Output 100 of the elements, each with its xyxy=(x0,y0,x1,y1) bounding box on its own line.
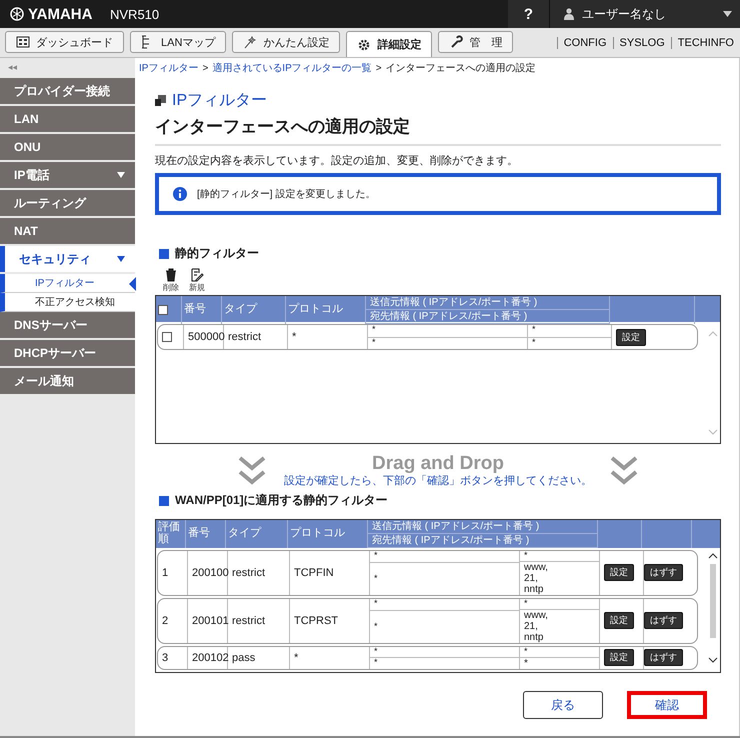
nav-tab[interactable]: かんたん設定 xyxy=(232,31,340,53)
model-name: NVR510 xyxy=(110,6,160,22)
remove-button[interactable]: はずす xyxy=(644,649,683,666)
user-icon xyxy=(564,8,574,20)
nav-tab[interactable]: 詳細設定 xyxy=(346,31,432,57)
table-cell: * xyxy=(520,598,599,610)
section-heading: 静的フィルター xyxy=(175,245,259,262)
breadcrumb-link[interactable]: IPフィルター xyxy=(139,61,198,75)
breadcrumb-separator: > xyxy=(202,62,208,74)
toolbar-button[interactable]: 削除 xyxy=(163,268,179,293)
wand-icon xyxy=(243,35,258,49)
nav-link[interactable]: CONFIG xyxy=(556,36,613,48)
checkbox[interactable] xyxy=(162,332,172,342)
gear-icon xyxy=(357,38,372,52)
table-cell: * xyxy=(288,325,368,349)
breadcrumb-current: インターフェースへの適用の設定 xyxy=(386,62,536,75)
table-cell: * xyxy=(520,551,599,562)
nav-link[interactable]: SYSLOG xyxy=(612,36,671,48)
nav-tab[interactable]: ダッシュボード xyxy=(5,31,124,53)
table-cell-text: * xyxy=(373,658,379,669)
sidebar-item[interactable]: DHCPサーバー xyxy=(0,340,135,366)
caret-icon[interactable] xyxy=(117,256,125,262)
column-header: 送信元情報 ( IPアドレス/ポート番号 ) xyxy=(366,296,609,310)
remove-button[interactable]: はずす xyxy=(644,564,683,582)
table-cell: 500000 xyxy=(184,325,224,349)
wrench-icon xyxy=(449,35,464,49)
column-header: 宛先情報 ( IPアドレス/ポート番号 ) xyxy=(368,534,597,548)
nav-link[interactable]: TECHINFO xyxy=(670,36,740,48)
table-cell: * xyxy=(528,325,611,338)
table-cell: * xyxy=(370,598,519,611)
remove-button[interactable]: はずす xyxy=(644,612,683,630)
table-cell-text: * xyxy=(373,572,379,585)
sidebar-item[interactable]: LAN xyxy=(0,106,135,132)
sidebar-item[interactable]: ONU xyxy=(0,134,135,160)
brand-logo: YAMAHA xyxy=(0,6,110,22)
column-header: タイプ xyxy=(226,520,288,548)
table-cell-text: * xyxy=(523,658,529,669)
settings-button[interactable]: 設定 xyxy=(604,564,634,582)
section-title: IPフィルター xyxy=(172,91,268,111)
sidebar-item[interactable]: プロバイダー接続 xyxy=(0,78,135,104)
checkbox[interactable] xyxy=(158,305,168,315)
sidebar-subitem[interactable]: 不正アクセス検知 xyxy=(0,293,135,312)
nav-tab[interactable]: 管 理 xyxy=(438,31,514,53)
column-header: 送信元情報 ( IPアドレス/ポート番号 ) xyxy=(368,520,597,534)
sidebar-item[interactable]: NAT xyxy=(0,218,135,244)
caret-icon[interactable] xyxy=(723,11,732,17)
settings-button[interactable]: 設定 xyxy=(604,649,634,666)
table-cell: * xyxy=(290,646,370,669)
column-header: 評価順 xyxy=(156,520,186,548)
table-cell-text: www, 21, nntp xyxy=(523,562,549,595)
table-cell-text: www, 21, nntp xyxy=(523,610,549,643)
table-cell: restrict xyxy=(228,551,290,595)
notice-text: [静的フィルター] 設定を変更しました。 xyxy=(197,188,376,201)
table-cell: 3 xyxy=(158,646,188,669)
breadcrumb-link[interactable]: 適用されているIPフィルターの一覧 xyxy=(212,61,372,75)
sidebar-item[interactable]: メール通知 xyxy=(0,368,135,394)
settings-button[interactable]: 設定 xyxy=(604,612,634,630)
nav-tab[interactable]: LANマップ xyxy=(130,31,226,53)
sidebar-item[interactable]: IP電話 xyxy=(0,162,135,188)
drag-title: Drag and Drop xyxy=(372,454,504,473)
table-cell-text: * xyxy=(531,338,537,348)
table-cell: TCPFIN xyxy=(290,551,370,595)
table-cell-text: * xyxy=(373,620,379,633)
table-cell: * xyxy=(370,646,519,658)
column-header: 番号 xyxy=(186,520,226,548)
dashboard-icon xyxy=(16,35,30,49)
table-cell: * xyxy=(370,551,519,563)
section-heading: WAN/PP[01]に適用する静的フィルター xyxy=(175,492,388,509)
back-button[interactable]: 戻る xyxy=(523,691,603,719)
drag-hint: 設定が確定したら、下部の「確認」ボタンを押してください。 xyxy=(284,474,592,488)
sidebar-item[interactable]: セキュリティ xyxy=(0,246,135,272)
table-cell: pass xyxy=(228,646,290,669)
edit-icon xyxy=(190,268,204,282)
caret-icon[interactable] xyxy=(117,172,125,178)
table-cell: 200102 xyxy=(188,646,228,669)
table-cell: 1 xyxy=(158,551,188,595)
heading-marker xyxy=(159,496,169,506)
user-menu[interactable]: ユーザー名なし xyxy=(550,0,740,28)
heading-marker xyxy=(159,248,169,258)
info-icon xyxy=(173,187,187,201)
confirm-button[interactable]: 確認 xyxy=(627,691,707,719)
table-cell: * xyxy=(520,646,599,658)
column-header: プロトコル xyxy=(288,520,368,548)
section-icon xyxy=(155,95,166,106)
sidebar-subitem[interactable]: IPフィルター xyxy=(0,274,135,293)
sidebar-item[interactable]: DNSサーバー xyxy=(0,312,135,338)
table-cell: TCPRST xyxy=(290,598,370,643)
table-cell: 2 xyxy=(158,598,188,643)
table-cell: restrict xyxy=(228,598,290,643)
table-cell: 200101 xyxy=(188,598,228,643)
toolbar-button[interactable]: 新規 xyxy=(189,268,205,293)
sidebar-item[interactable]: ルーティング xyxy=(0,190,135,216)
breadcrumb-separator: > xyxy=(376,62,382,74)
table-cell: * xyxy=(368,325,527,338)
table-cell-text: * xyxy=(371,338,377,348)
page-description: 現在の設定内容を表示しています。設定の追加、変更、削除ができます。 xyxy=(155,154,519,168)
trash-icon xyxy=(164,268,178,282)
help-button[interactable]: ? xyxy=(508,0,550,28)
table-cell: restrict xyxy=(224,325,288,349)
settings-button[interactable]: 設定 xyxy=(616,328,646,346)
